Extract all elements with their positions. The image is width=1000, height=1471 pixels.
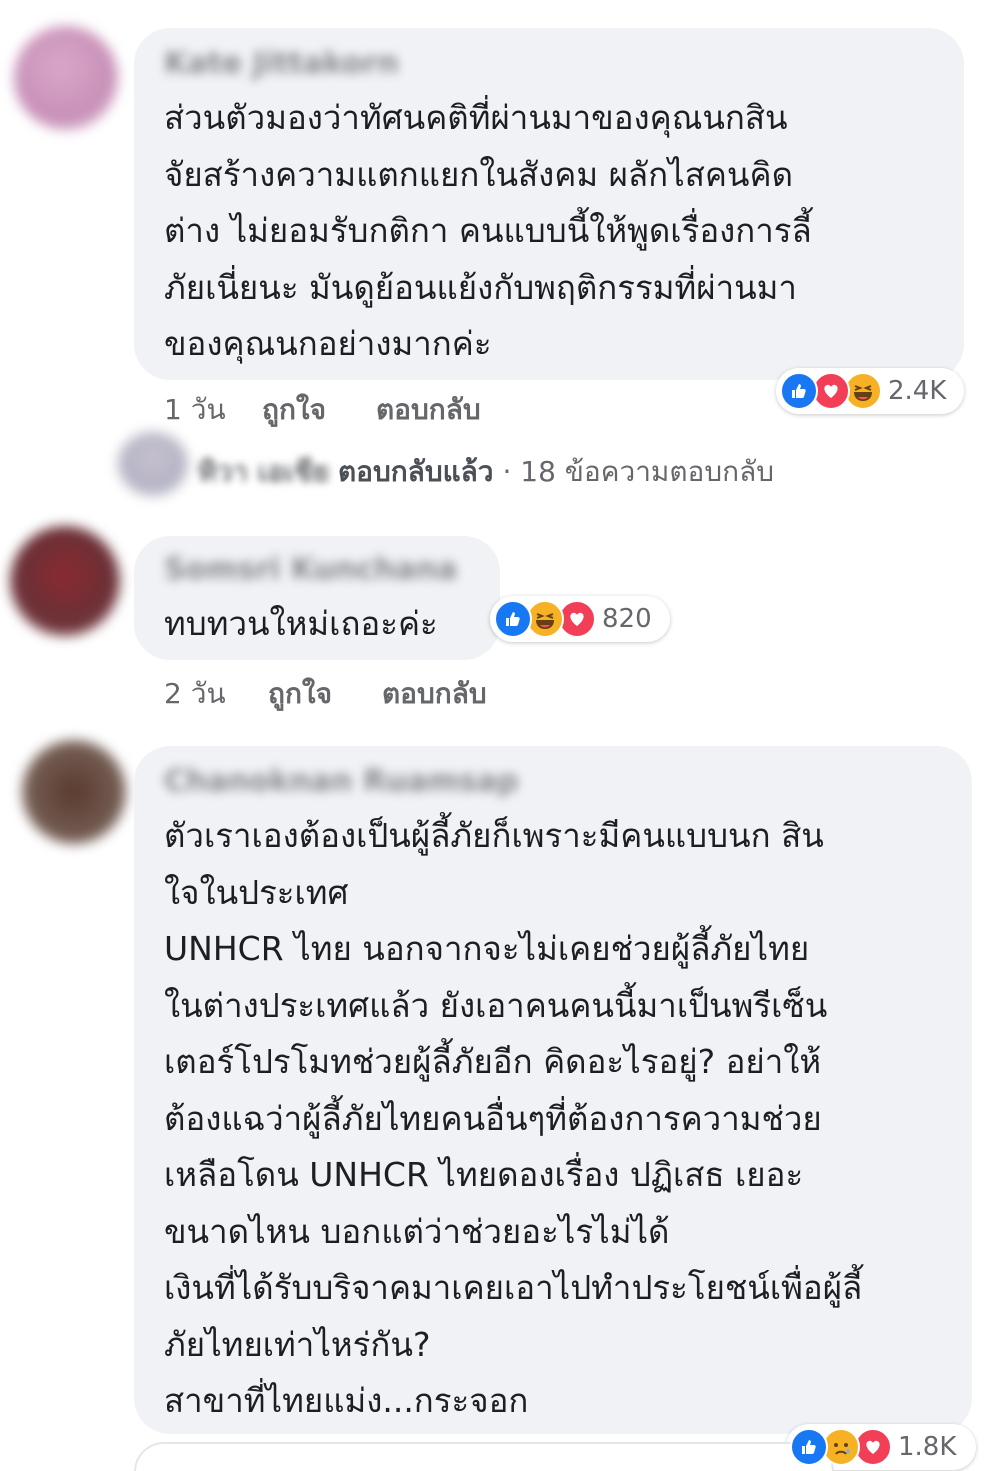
comments-thread: Kate Jittakorn ส่วนตัวมองว่าทัศนคติที่ผ่… [0,0,1000,1471]
comment-author[interactable]: Somsri Kunchana [164,552,457,587]
next-comment-bubble [134,1442,834,1471]
reaction-summary[interactable]: 820 [490,596,670,642]
comment-timestamp[interactable]: 1 วัน [164,388,226,432]
comment-text: ตัวเราเองต้องเป็นผู้ลี้ภัยก็เพราะมีคนแบบ… [164,816,863,1420]
like-reaction-icon [790,1428,828,1466]
separator-dot: · [502,455,512,488]
comment-text: ทบทวนใหม่เถอะค่ะ [164,604,438,643]
avatar[interactable] [10,526,120,636]
reply-action-label: ตอบกลับแล้ว [337,455,494,488]
avatar[interactable] [14,26,118,130]
comment-timestamp[interactable]: 2 วัน [164,672,226,716]
reply-button[interactable]: ตอบกลับ [376,388,481,432]
comment-text: ส่วนตัวมองว่าทัศนคติที่ผ่านมาของคุณนกสิน… [164,98,812,363]
comment-author[interactable]: Chanoknan Ruamsap [164,764,518,799]
avatar[interactable] [22,740,126,844]
reaction-count: 2.4K [888,376,947,406]
reaction-summary[interactable]: 1.8K [786,1424,976,1470]
view-replies-link[interactable]: ทิวา เอเชีย ตอบกลับแล้ว · 18 ข้อความตอบก… [198,450,774,494]
like-reaction-icon [780,372,818,410]
reply-author: ทิวา เอเชีย [198,455,330,488]
comment-actions: 2 วัน ถูกใจ ตอบกลับ [164,672,564,710]
reply-button[interactable]: ตอบกลับ [382,672,487,716]
reaction-summary[interactable]: 2.4K [776,368,964,414]
comment-author[interactable]: Kate Jittakorn [164,46,399,81]
like-button[interactable]: ถูกใจ [268,672,332,716]
reaction-count: 1.8K [898,1432,957,1462]
comment-actions: 1 วัน ถูกใจ ตอบกลับ [164,388,564,426]
like-button[interactable]: ถูกใจ [262,388,326,432]
reaction-count: 820 [602,604,652,634]
reply-avatar[interactable] [118,432,188,496]
like-reaction-icon [494,600,532,638]
reply-count: 18 ข้อความตอบกลับ [520,455,775,488]
